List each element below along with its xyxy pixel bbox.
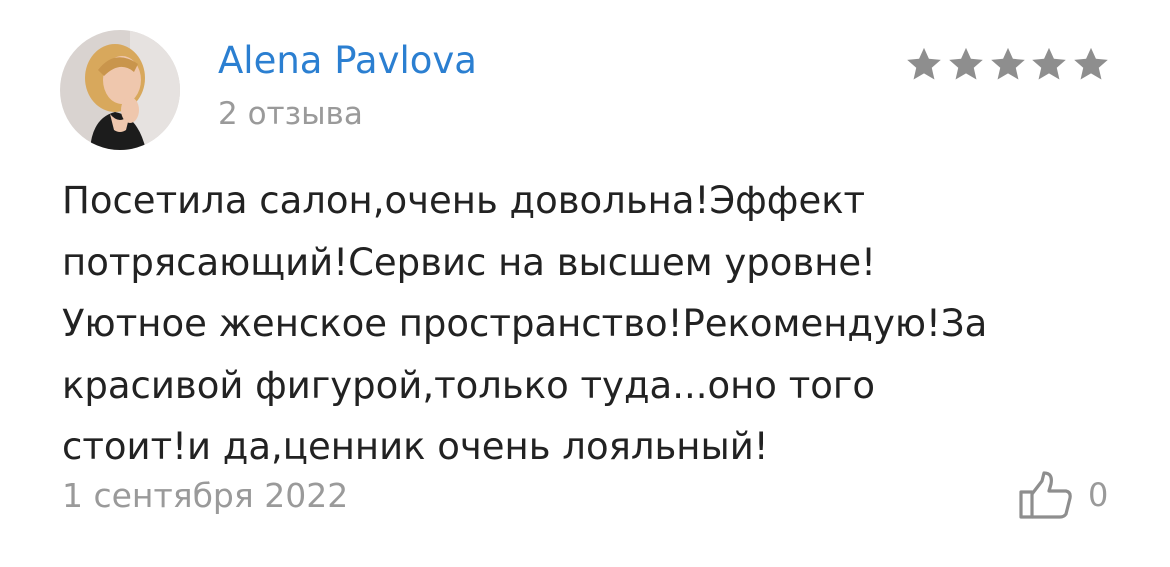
review-date: 1 сентября 2022 — [62, 476, 349, 515]
star-icon — [907, 47, 941, 80]
like-button[interactable]: 0 — [1018, 470, 1108, 520]
star-icon — [948, 47, 983, 80]
review-text-line: Посетила салон,очень довольна!Эффект — [62, 179, 866, 222]
author-avatar[interactable] — [60, 30, 180, 150]
review-card: Alena Pavlova 2 отзыва Посетила салон,оч… — [0, 0, 1170, 567]
review-text-line: потрясающий!Сервис на высшем уровне! — [62, 240, 876, 284]
avatar-photo-icon — [60, 30, 180, 150]
star-icon — [1032, 47, 1067, 80]
like-count: 0 — [1088, 476, 1109, 514]
review-text: Посетила салон,очень довольна!Эффект пот… — [62, 170, 1122, 478]
author-review-count: 2 отзыва — [218, 96, 363, 132]
rating-stars — [905, 44, 1110, 84]
star-icon — [990, 47, 1025, 80]
author-name[interactable]: Alena Pavlova — [218, 39, 477, 82]
thumbs-up-icon — [1019, 471, 1072, 519]
review-text-line: красивой фигурой,только туда...оно того — [62, 363, 875, 407]
review-text-line: стоит!и да,ценник очень лояльный! — [62, 425, 769, 468]
review-text-line: Уютное женское пространство!Рекомендую!З… — [62, 302, 988, 345]
star-icon — [1074, 47, 1108, 80]
